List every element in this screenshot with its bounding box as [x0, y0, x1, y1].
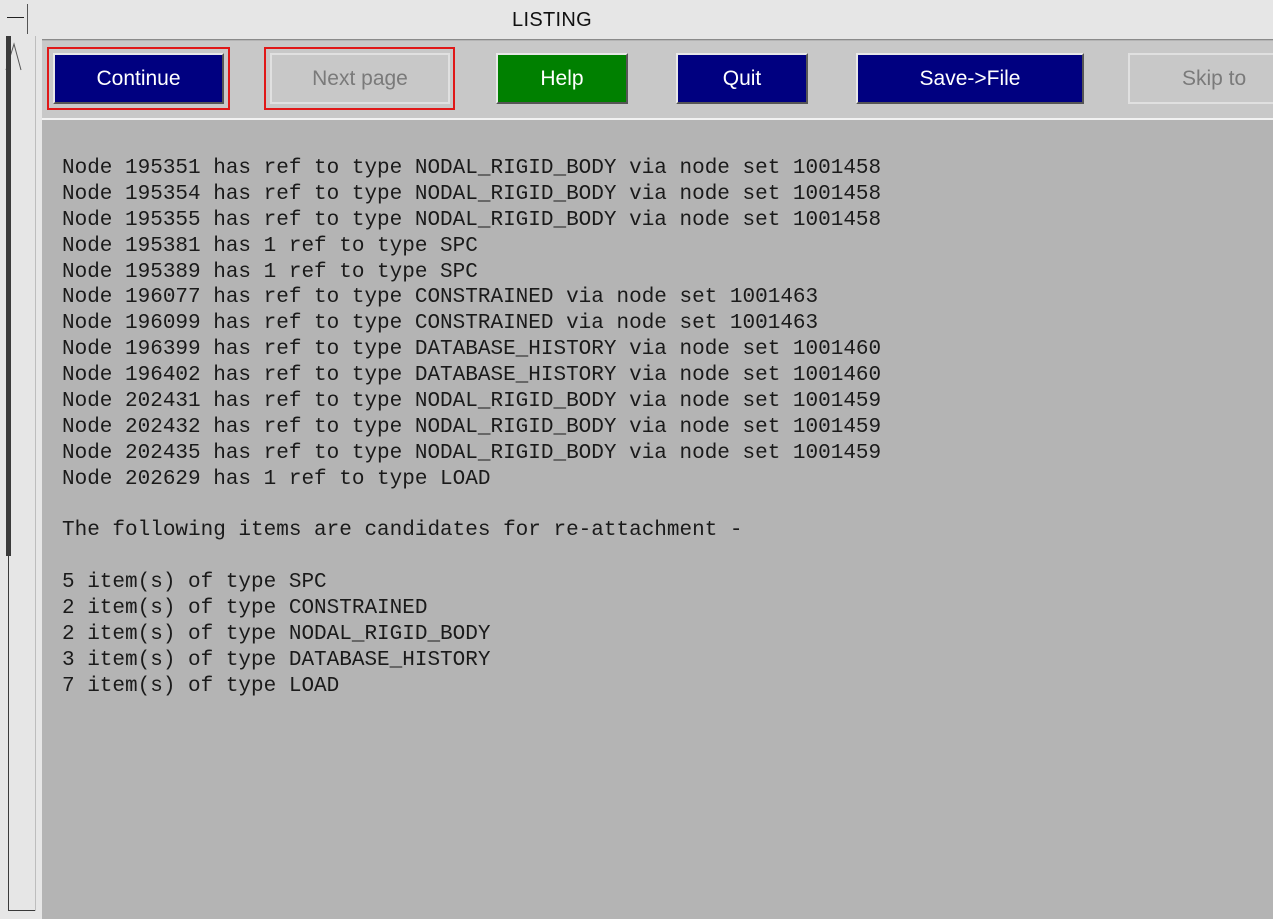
listing-window: LISTING Continue Next page Help Quit Sav…: [0, 0, 1273, 919]
listing-line: Node 195381 has 1 ref to type SPC: [62, 234, 478, 258]
listing-line: 2 item(s) of type NODAL_RIGID_BODY: [62, 623, 491, 647]
window-title: LISTING: [512, 9, 592, 31]
next-page-button[interactable]: Next page: [270, 53, 450, 104]
title-bar: LISTING: [42, 0, 1273, 40]
listing-line: Node 195355 has ref to type NODAL_RIGID_…: [62, 208, 882, 232]
help-button[interactable]: Help: [496, 53, 628, 104]
listing-line: Node 196399 has ref to type DATABASE_HIS…: [62, 338, 882, 362]
listing-line: Node 195389 has 1 ref to type SPC: [62, 260, 478, 284]
listing-line: [62, 544, 1267, 570]
listing-line: Node 196077 has ref to type CONSTRAINED …: [62, 286, 819, 310]
listing-line: 3 item(s) of type DATABASE_HISTORY: [62, 648, 491, 672]
scrollbar-track[interactable]: [6, 36, 11, 556]
skip-to-button[interactable]: Skip to: [1128, 53, 1273, 104]
quit-button[interactable]: Quit: [676, 53, 808, 104]
listing-line: [62, 493, 1267, 519]
listing-line: The following items are candidates for r…: [62, 519, 743, 543]
scrollbar-track-lower: [8, 556, 9, 911]
listing-line: Node 196402 has ref to type DATABASE_HIS…: [62, 364, 882, 388]
scrollbar-track-end: [8, 910, 36, 911]
listing-line: Node 195351 has ref to type NODAL_RIGID_…: [62, 157, 882, 180]
listing-line: 5 item(s) of type SPC: [62, 571, 327, 595]
left-divider: [35, 36, 36, 911]
listing-line: Node 202629 has 1 ref to type LOAD: [62, 467, 491, 491]
toolbar: Continue Next page Help Quit Save->File …: [42, 41, 1273, 120]
listing-line: Node 196099 has ref to type CONSTRAINED …: [62, 312, 819, 336]
listing-line: 7 item(s) of type LOAD: [62, 674, 340, 698]
listing-line: Node 202435 has ref to type NODAL_RIGID_…: [62, 441, 882, 465]
window-left-strip: [0, 0, 42, 919]
save-to-file-button[interactable]: Save->File: [856, 53, 1084, 104]
listing-line: 2 item(s) of type CONSTRAINED: [62, 597, 428, 621]
listing-line: Node 202432 has ref to type NODAL_RIGID_…: [62, 415, 882, 439]
listing-line: Node 202431 has ref to type NODAL_RIGID_…: [62, 390, 882, 414]
listing-text-area: Node 195351 has ref to type NODAL_RIGID_…: [62, 156, 1267, 700]
continue-button[interactable]: Continue: [53, 53, 224, 104]
listing-line: Node 195354 has ref to type NODAL_RIGID_…: [62, 182, 882, 206]
